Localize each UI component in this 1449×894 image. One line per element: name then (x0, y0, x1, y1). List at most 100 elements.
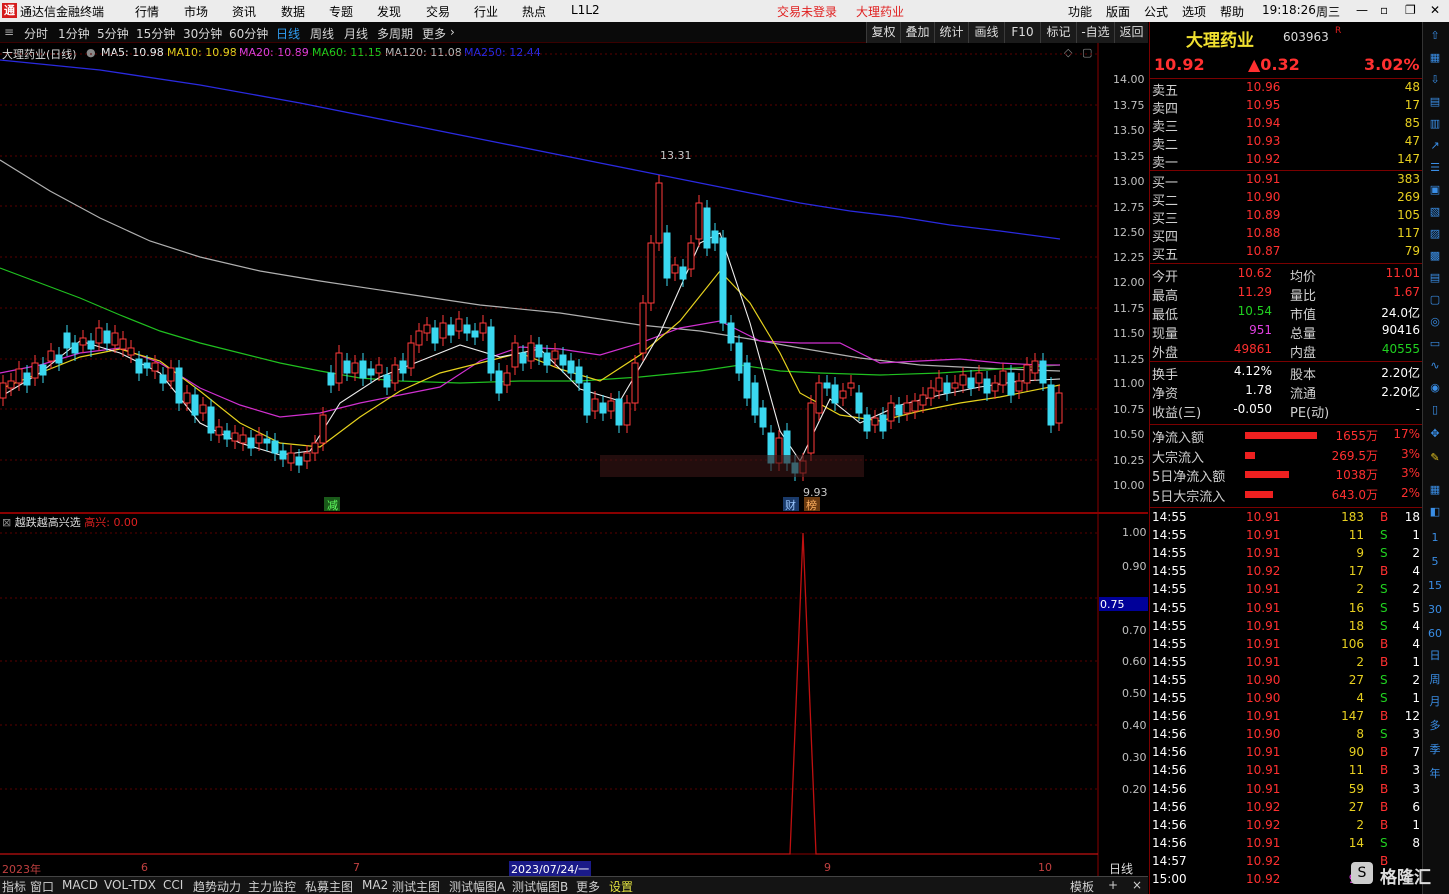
page-icon[interactable]: ▯ (1424, 400, 1446, 420)
tool-mark-button[interactable]: 标记 (1040, 22, 1076, 43)
tool-stats-button[interactable]: 统计 (934, 22, 968, 43)
tab-trend[interactable]: 趋势动力 (193, 878, 241, 894)
tool-watchlist-button[interactable]: -自选 (1076, 22, 1114, 43)
menu-options[interactable]: 选项 (1182, 3, 1206, 20)
tool-f10-button[interactable]: F10 (1004, 22, 1040, 43)
side-period-6[interactable]: 周 (1424, 670, 1446, 690)
f5-icon[interactable]: ▦ (1424, 480, 1446, 500)
tab-vol[interactable]: VOL-TDX (104, 878, 156, 892)
bar-icon[interactable]: ▦ (1424, 48, 1446, 68)
up-arrow-icon[interactable]: ⇧ (1424, 26, 1446, 46)
y-tick: 11.75 (1113, 302, 1145, 315)
tab-more[interactable]: 更多 (576, 878, 600, 894)
tick-time: 14:56 (1152, 745, 1187, 760)
period-intraday[interactable]: 分时 (24, 25, 48, 42)
kline-chart[interactable]: 13.31 9.93 减 财 榜 (0, 43, 1148, 876)
circle-icon[interactable]: ◎ (1424, 312, 1446, 332)
tool-draw-button[interactable]: 画线 (968, 22, 1004, 43)
stock-name: 大理药业 (1186, 31, 1254, 51)
period-monthly[interactable]: 月线 (344, 25, 368, 42)
tab-test-a[interactable]: 测试幅图A (449, 878, 505, 894)
period-30min[interactable]: 30分钟 (183, 25, 222, 42)
period-1min[interactable]: 1分钟 (58, 25, 90, 42)
tab-cci[interactable]: CCI (163, 878, 183, 892)
list-icon[interactable]: ☰ (1424, 158, 1446, 178)
close-pane-button[interactable]: × (1132, 878, 1142, 892)
period-multi[interactable]: 多周期 (377, 25, 413, 42)
menu-hot[interactable]: 热点 (522, 3, 546, 20)
menu-icon[interactable]: ≡ (4, 25, 14, 39)
side-period-9[interactable]: 季 (1424, 740, 1446, 760)
minimize-icon[interactable]: — (1356, 3, 1368, 17)
menu-function[interactable]: 功能 (1068, 3, 1092, 20)
menu-topics[interactable]: 专题 (329, 3, 353, 20)
period-15min[interactable]: 15分钟 (136, 25, 175, 42)
period-weekly[interactable]: 周线 (310, 25, 334, 42)
move-icon[interactable]: ✥ (1424, 424, 1446, 444)
chevron-right-icon[interactable]: › (450, 25, 455, 39)
tab-test-b[interactable]: 测试幅图B (512, 878, 568, 894)
side-period-0[interactable]: 1 (1424, 528, 1446, 548)
grid-icon[interactable]: ▤ (1424, 92, 1446, 112)
stat-value: 11.29 (1237, 285, 1272, 299)
menu-industry[interactable]: 行业 (474, 3, 498, 20)
side-period-4[interactable]: 60 (1424, 624, 1446, 644)
box-icon[interactable]: ▢ (1424, 290, 1446, 310)
period-60min[interactable]: 60分钟 (229, 25, 268, 42)
menu-quotes[interactable]: 行情 (135, 3, 159, 20)
menu-market[interactable]: 市场 (184, 3, 208, 20)
menu-data[interactable]: 数据 (281, 3, 305, 20)
period-more[interactable]: 更多 (422, 25, 446, 42)
rss-icon[interactable]: ◉ (1424, 378, 1446, 398)
side-period-3[interactable]: 30 (1424, 600, 1446, 620)
side-period-1[interactable]: 5 (1424, 552, 1446, 572)
menu-help[interactable]: 帮助 (1220, 3, 1244, 20)
menu-layout[interactable]: 版面 (1106, 3, 1130, 20)
side-period-5[interactable]: 日 (1424, 646, 1446, 666)
period-daily[interactable]: 日线 (276, 25, 300, 42)
template-button[interactable]: 模板 (1070, 878, 1094, 894)
pencil-icon[interactable]: ✎ (1424, 448, 1446, 468)
tab-private[interactable]: 私募主图 (305, 878, 353, 894)
f2-icon[interactable]: ▤ (1424, 268, 1446, 288)
menu-formula[interactable]: 公式 (1144, 3, 1168, 20)
down-arrow-icon[interactable]: ⇩ (1424, 70, 1446, 90)
flow-bar (1245, 490, 1273, 498)
panel-icon[interactable]: ▣ (1424, 180, 1446, 200)
tab-settings[interactable]: 设置 (609, 878, 633, 894)
add-button[interactable]: + (1108, 878, 1118, 892)
tool-adjust-button[interactable]: 复权 (866, 22, 900, 43)
tab-test-main[interactable]: 测试主图 (392, 878, 440, 894)
menu-trade[interactable]: 交易 (426, 3, 450, 20)
period-5min[interactable]: 5分钟 (97, 25, 129, 42)
menu-discover[interactable]: 发现 (377, 3, 401, 20)
tool-overlay-button[interactable]: 叠加 (900, 22, 934, 43)
tab-macd[interactable]: MACD (62, 878, 98, 892)
calc-icon[interactable]: ▩ (1424, 246, 1446, 266)
login-status[interactable]: 交易未登录 (777, 3, 837, 20)
layers-icon[interactable]: ◧ (1424, 502, 1446, 522)
table-icon[interactable]: ▥ (1424, 114, 1446, 134)
svg-text:减: 减 (327, 499, 338, 512)
side-period-10[interactable]: 年 (1424, 764, 1446, 784)
tool-back-button[interactable]: 返回 (1114, 22, 1148, 43)
tab-indicator[interactable]: 指标 (2, 878, 26, 894)
side-period-8[interactable]: 多 (1424, 716, 1446, 736)
chart-icon[interactable]: ▨ (1424, 224, 1446, 244)
tab-monitor[interactable]: 主力监控 (248, 878, 296, 894)
menu-news[interactable]: 资讯 (232, 3, 256, 20)
side-period-2[interactable]: 15 (1424, 576, 1446, 596)
indicator-toggle-icon[interactable]: ⊠ (2, 516, 11, 529)
fio-icon[interactable]: ▧ (1424, 202, 1446, 222)
trend-icon[interactable]: ↗ (1424, 136, 1446, 156)
restore-icon[interactable]: ▫ (1380, 3, 1388, 17)
doc-icon[interactable]: ▭ (1424, 334, 1446, 354)
wave-icon[interactable]: ∿ (1424, 356, 1446, 376)
close-icon[interactable]: ✕ (1430, 3, 1440, 17)
tab-window[interactable]: 窗口 (30, 878, 54, 894)
menu-l1l2[interactable]: L1L2 (571, 3, 600, 17)
tab-ma2[interactable]: MA2 (362, 878, 388, 892)
maximize-icon[interactable]: ❐ (1405, 3, 1416, 17)
tick-count: 1 (1412, 691, 1420, 705)
side-period-7[interactable]: 月 (1424, 692, 1446, 712)
